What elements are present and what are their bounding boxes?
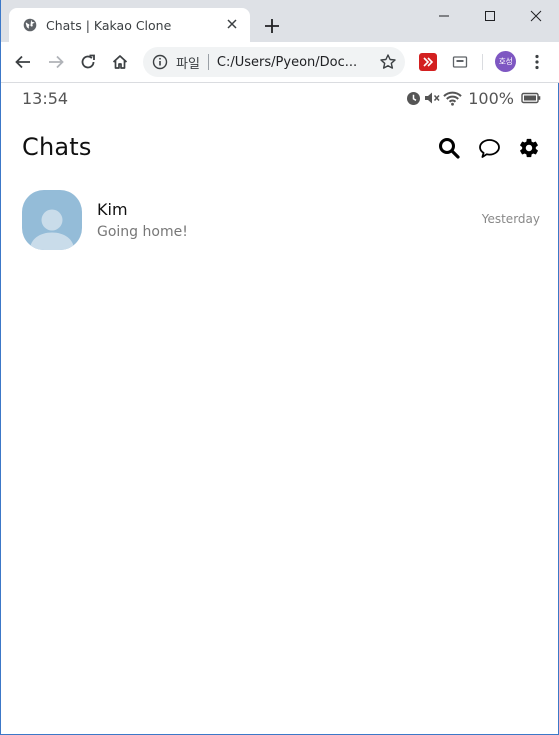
omnibox-divider bbox=[207, 54, 209, 70]
clock-icon bbox=[406, 91, 421, 106]
battery-icon bbox=[521, 92, 541, 104]
globe-icon bbox=[23, 18, 37, 32]
new-tab-button[interactable] bbox=[262, 16, 282, 36]
chat-name: Kim bbox=[97, 200, 128, 219]
scheme-label: 파일 bbox=[176, 56, 200, 72]
wifi-icon bbox=[443, 91, 462, 106]
info-icon[interactable] bbox=[152, 54, 168, 70]
mute-icon bbox=[424, 91, 440, 105]
url-text[interactable]: C:/Users/Pyeon/Doc... bbox=[217, 55, 357, 70]
chat-timestamp: Yesterday bbox=[481, 212, 540, 226]
back-arrow-icon[interactable] bbox=[12, 51, 34, 73]
toolbar-divider bbox=[482, 54, 483, 70]
tab-title: Chats | Kakao Clone bbox=[46, 17, 172, 33]
page-title: Chats bbox=[22, 133, 92, 161]
home-icon[interactable] bbox=[109, 51, 131, 73]
forward-arrow-icon[interactable] bbox=[45, 51, 67, 73]
minimize-button[interactable] bbox=[421, 0, 467, 32]
close-icon[interactable] bbox=[224, 16, 240, 32]
star-icon[interactable] bbox=[379, 53, 397, 71]
status-icons: 100% bbox=[406, 88, 541, 108]
reload-icon[interactable] bbox=[77, 51, 99, 73]
chat-preview: Going home! bbox=[97, 224, 188, 240]
address-bar[interactable]: 파일 C:/Users/Pyeon/Doc... bbox=[143, 47, 405, 77]
browser-titlebar: Chats | Kakao Clone bbox=[1, 0, 559, 42]
profile-avatar[interactable]: 호성 bbox=[495, 51, 516, 72]
search-icon[interactable] bbox=[437, 136, 461, 160]
chat-list-item[interactable]: Kim Going home! Yesterday bbox=[1, 186, 559, 254]
default-user-icon bbox=[30, 209, 74, 250]
extension-icon[interactable] bbox=[419, 53, 437, 71]
browser-tab[interactable]: Chats | Kakao Clone bbox=[9, 8, 250, 42]
browser-toolbar: 파일 C:/Users/Pyeon/Doc... 호성 bbox=[1, 42, 559, 83]
avatar bbox=[22, 190, 82, 250]
status-time: 13:54 bbox=[22, 89, 69, 108]
maximize-button[interactable] bbox=[467, 0, 513, 32]
status-bar: 13:54 100% bbox=[1, 82, 559, 114]
cast-icon[interactable] bbox=[451, 53, 469, 71]
app-header: Chats bbox=[1, 126, 559, 172]
more-vert-icon[interactable] bbox=[528, 52, 546, 72]
window-close-button[interactable] bbox=[513, 0, 559, 32]
new-chat-icon[interactable] bbox=[477, 136, 501, 160]
gear-icon[interactable] bbox=[517, 136, 541, 160]
battery-percent: 100% bbox=[468, 88, 514, 108]
